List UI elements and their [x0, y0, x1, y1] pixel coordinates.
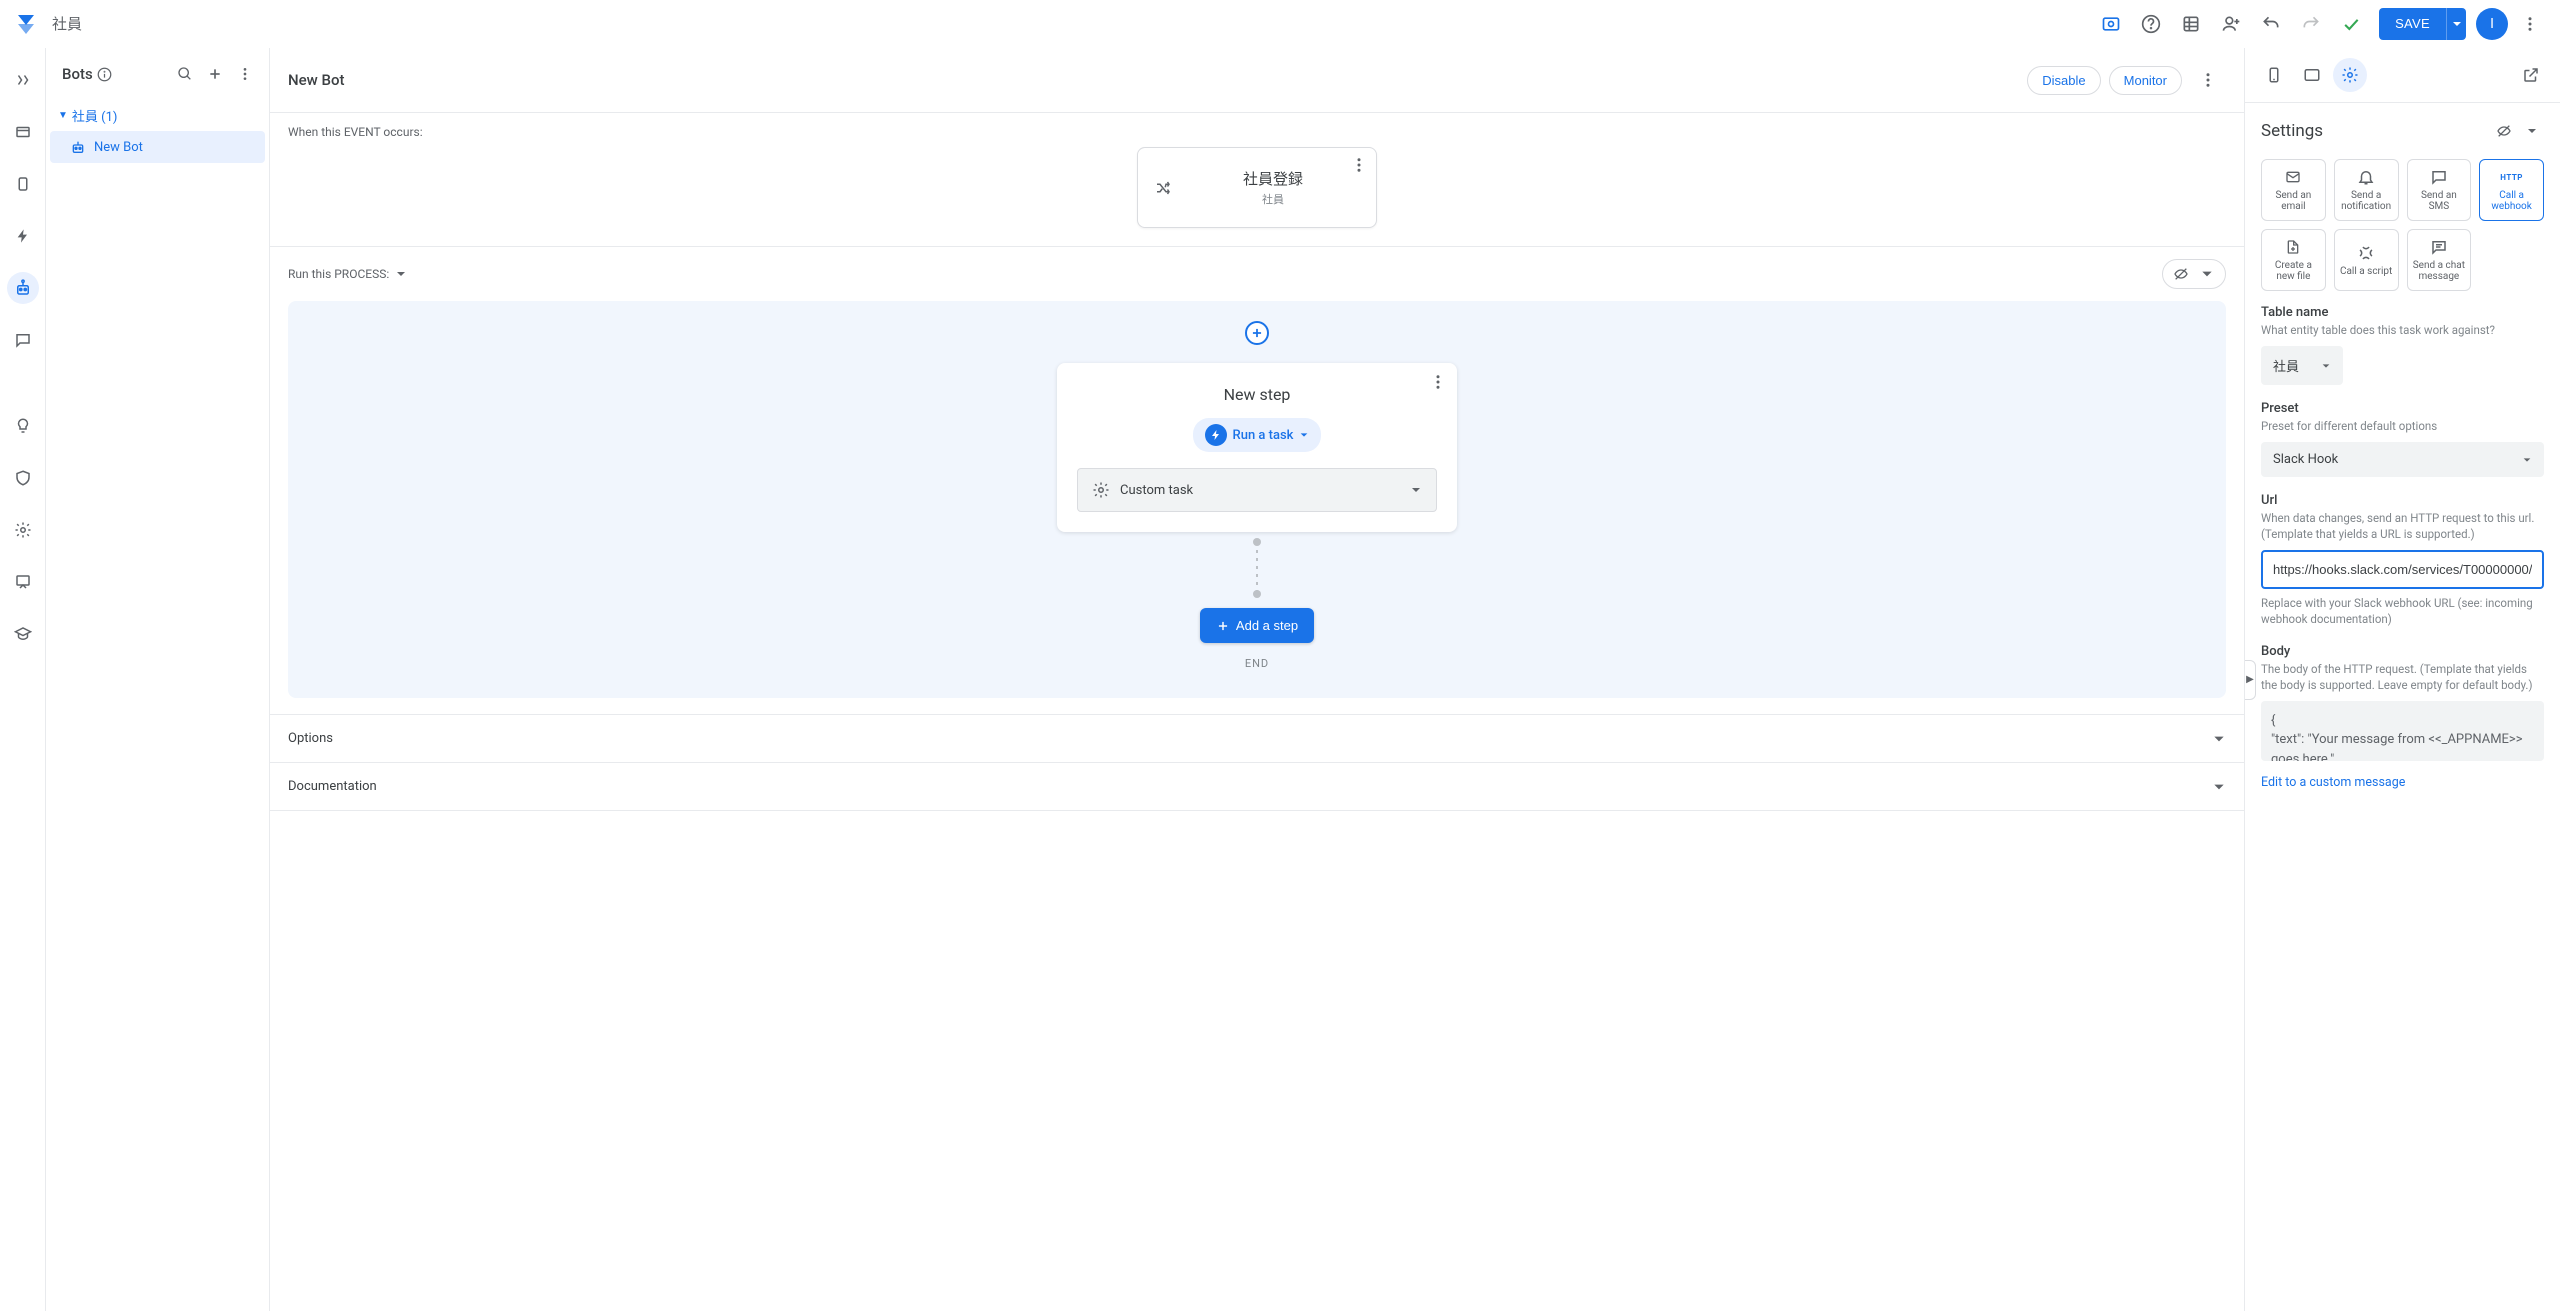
- chevron-down-icon: [1299, 430, 1309, 440]
- add-step-top-button[interactable]: [1245, 321, 1269, 345]
- chevron-down-icon[interactable]: [2195, 262, 2219, 286]
- tree-item-new-bot[interactable]: New Bot: [50, 131, 265, 163]
- tile-notification[interactable]: Send a notification: [2334, 159, 2399, 221]
- rail-learn-icon[interactable]: [7, 618, 39, 650]
- task-select-value: Custom task: [1120, 483, 1193, 498]
- chevron-down-icon: ▼: [58, 110, 68, 121]
- rail-chat-icon[interactable]: [7, 324, 39, 356]
- search-icon[interactable]: [171, 60, 199, 88]
- app-title: 社員: [52, 13, 82, 34]
- table-name-select[interactable]: 社員: [2261, 346, 2343, 385]
- monitor-button[interactable]: Monitor: [2109, 66, 2182, 95]
- rail-home-icon[interactable]: [7, 64, 39, 96]
- rail-security-icon[interactable]: [7, 462, 39, 494]
- chevron-down-icon: [2522, 455, 2532, 465]
- more-icon[interactable]: [1429, 373, 1447, 391]
- chevron-down-icon[interactable]: [395, 268, 407, 280]
- settings-title: Settings: [2261, 121, 2323, 141]
- more-icon[interactable]: [2190, 62, 2226, 98]
- redo-icon[interactable]: [2293, 6, 2329, 42]
- mobile-preview-icon[interactable]: [2257, 58, 2291, 92]
- rail-data-icon[interactable]: [7, 116, 39, 148]
- body-help: The body of the HTTP request. (Template …: [2261, 661, 2544, 693]
- rail-settings-icon[interactable]: [7, 514, 39, 546]
- table-name-help: What entity table does this task work ag…: [2261, 322, 2544, 338]
- task-select[interactable]: Custom task: [1077, 468, 1437, 512]
- preset-select[interactable]: Slack Hook: [2261, 442, 2544, 477]
- tile-sms[interactable]: Send an SMS: [2407, 159, 2472, 221]
- save-button[interactable]: SAVE: [2379, 8, 2446, 40]
- preview-icon[interactable]: [2093, 6, 2129, 42]
- help-icon[interactable]: [2133, 6, 2169, 42]
- tile-create-file[interactable]: Create a new file: [2261, 229, 2326, 291]
- event-title: 社員登録: [1186, 168, 1360, 189]
- chevron-down-icon: [2212, 732, 2226, 746]
- accordion-options[interactable]: Options: [270, 715, 2244, 763]
- gear-icon: [1092, 481, 1110, 499]
- avatar[interactable]: I: [2476, 8, 2508, 40]
- preset-help: Preset for different default options: [2261, 418, 2544, 434]
- disable-button[interactable]: Disable: [2027, 66, 2100, 95]
- open-external-icon[interactable]: [2514, 58, 2548, 92]
- appsheet-logo: [12, 10, 40, 38]
- preset-label: Preset: [2261, 401, 2544, 416]
- folder-label: 社員 (1): [72, 106, 118, 125]
- check-icon[interactable]: [2333, 6, 2369, 42]
- connector-line: [1256, 542, 1258, 594]
- url-input[interactable]: [2261, 550, 2544, 589]
- url-label: Url: [2261, 493, 2544, 508]
- save-dropdown[interactable]: [2446, 8, 2466, 40]
- grid-icon[interactable]: [2173, 6, 2209, 42]
- chevron-down-icon: [2212, 780, 2226, 794]
- accordion-documentation[interactable]: Documentation: [270, 763, 2244, 811]
- rail-automation-icon[interactable]: [7, 272, 39, 304]
- rail-actions-icon[interactable]: [7, 220, 39, 252]
- event-section-label: When this EVENT occurs:: [270, 113, 2244, 147]
- visibility-off-icon[interactable]: [2169, 262, 2193, 286]
- rail-intelligence-icon[interactable]: [7, 410, 39, 442]
- add-step-button[interactable]: Add a step: [1200, 608, 1314, 643]
- tree-folder[interactable]: ▼ 社員 (1): [50, 100, 265, 131]
- collapse-handle[interactable]: ▶: [2244, 660, 2256, 700]
- process-section-label: Run this PROCESS:: [288, 267, 407, 281]
- shuffle-icon: [1154, 179, 1172, 197]
- chevron-down-icon[interactable]: [2520, 117, 2544, 145]
- url-help-below: Replace with your Slack webhook URL (see…: [2261, 595, 2544, 627]
- edit-custom-link[interactable]: Edit to a custom message: [2245, 769, 2560, 804]
- end-label: END: [1245, 657, 1269, 670]
- step-title: New step: [1077, 385, 1437, 404]
- bolt-icon: [1205, 424, 1227, 446]
- add-user-icon[interactable]: [2213, 6, 2249, 42]
- visibility-off-icon[interactable]: [2490, 117, 2518, 145]
- more-icon[interactable]: [1350, 156, 1368, 174]
- body-label: Body: [2261, 644, 2544, 659]
- tile-send-email[interactable]: Send an email: [2261, 159, 2326, 221]
- canvas-title: New Bot: [288, 71, 345, 89]
- more-icon[interactable]: [231, 60, 259, 88]
- chevron-down-icon: [2321, 361, 2331, 371]
- settings-tab-icon[interactable]: [2333, 58, 2367, 92]
- more-icon[interactable]: [2512, 6, 2548, 42]
- undo-icon[interactable]: [2253, 6, 2289, 42]
- tile-call-script[interactable]: Call a script: [2334, 229, 2399, 291]
- tile-webhook[interactable]: HTTP Call a webhook: [2479, 159, 2544, 221]
- run-task-chip[interactable]: Run a task: [1193, 418, 1322, 452]
- tablet-preview-icon[interactable]: [2295, 58, 2329, 92]
- bot-icon: [70, 139, 86, 155]
- step-card: New step Run a task Custom task: [1057, 363, 1457, 532]
- event-card[interactable]: 社員登録 社員: [1137, 147, 1377, 228]
- body-textarea[interactable]: [2261, 701, 2544, 761]
- tree-item-label: New Bot: [94, 140, 143, 155]
- tile-chat-message[interactable]: Send a chat message: [2407, 229, 2472, 291]
- chevron-down-icon: [1410, 484, 1422, 496]
- event-subtitle: 社員: [1186, 191, 1360, 207]
- add-icon[interactable]: [201, 60, 229, 88]
- rail-views-icon[interactable]: [7, 168, 39, 200]
- rail-manage-icon[interactable]: [7, 566, 39, 598]
- bots-title: Bots: [62, 65, 93, 83]
- table-name-label: Table name: [2261, 305, 2544, 320]
- url-help: When data changes, send an HTTP request …: [2261, 510, 2544, 542]
- info-icon[interactable]: [97, 67, 112, 82]
